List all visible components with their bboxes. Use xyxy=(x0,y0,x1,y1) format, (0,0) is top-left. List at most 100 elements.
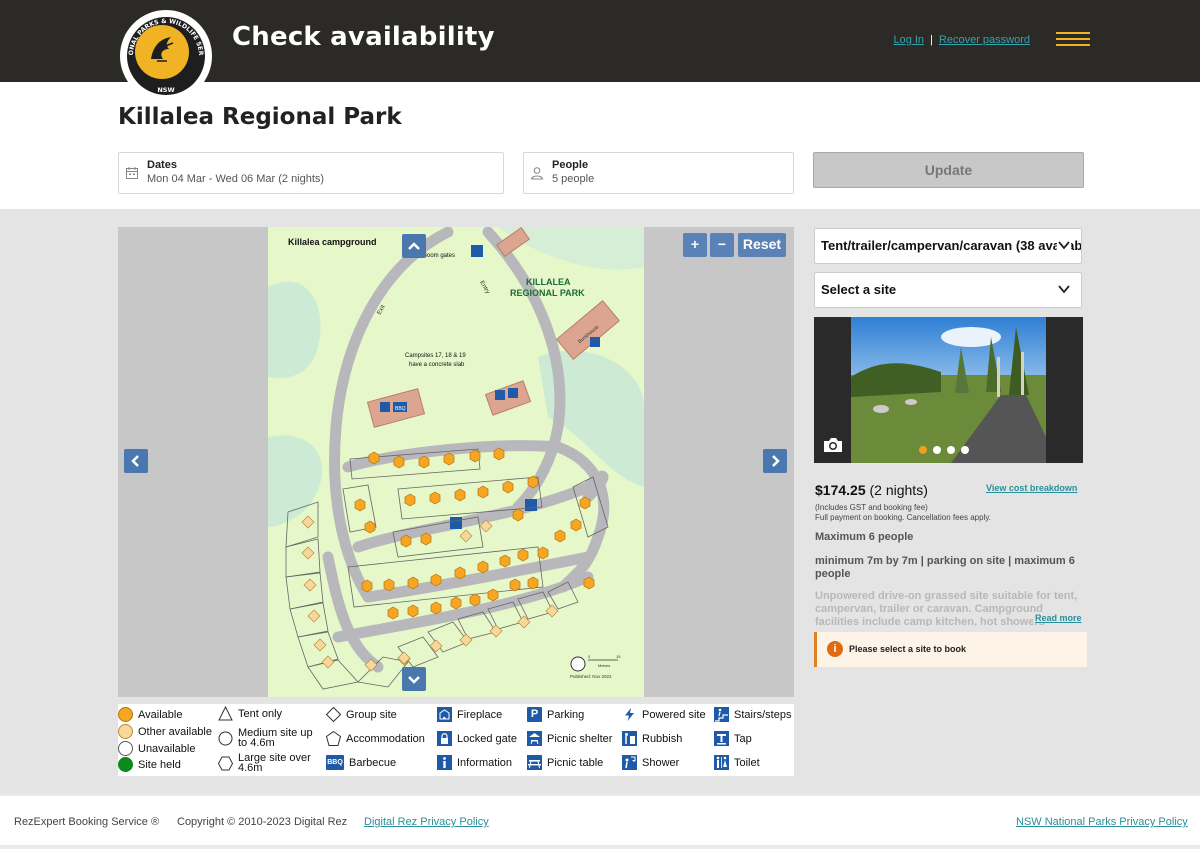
read-more-link[interactable]: Read more xyxy=(1033,613,1082,623)
site-type-select[interactable]: Tent/trailer/campervan/caravan (38 avail… xyxy=(814,228,1082,264)
fireplace-icon xyxy=(437,707,452,722)
legend-tap: Tap xyxy=(714,731,752,746)
camera-icon[interactable] xyxy=(822,436,844,454)
legend-tent-only: Tent only xyxy=(218,706,282,721)
map-slab-note: have a concrete slab xyxy=(409,362,465,368)
site-type-value: Tent/trailer/campervan/caravan (38 avail… xyxy=(821,238,1082,253)
legend-other-available: Other available xyxy=(118,724,212,739)
nsw-privacy-link[interactable]: NSW National Parks Privacy Policy xyxy=(1016,816,1188,828)
map-boom-gates-label: Boom gates xyxy=(423,253,455,259)
carousel-dot[interactable] xyxy=(947,446,955,454)
cost-breakdown-link[interactable]: View cost breakdown xyxy=(986,483,1077,493)
people-value: 5 people xyxy=(552,173,595,185)
legend-unavailable: Unavailable xyxy=(118,741,195,756)
update-button[interactable]: Update xyxy=(813,152,1084,188)
map-north-arrow xyxy=(570,656,586,672)
footer-service: RezExpert Booking Service ® xyxy=(14,816,160,828)
carousel-dots[interactable] xyxy=(919,446,969,454)
legend-group-site: Group site xyxy=(326,707,397,722)
recover-password-link[interactable]: Recover password xyxy=(939,34,1030,46)
legend-large-site: Large site over 4.6m xyxy=(218,753,311,774)
legend-locked-gate: Locked gate xyxy=(437,731,517,746)
select-site-alert: i Please select a site to book xyxy=(814,632,1087,667)
chevron-up-icon xyxy=(408,242,420,250)
pan-left-button[interactable] xyxy=(124,449,148,473)
chevron-down-icon xyxy=(1057,238,1071,252)
map-bbq-label: BBQ xyxy=(395,406,406,412)
map-metres-label: Metres xyxy=(598,663,610,668)
reset-map-button[interactable]: Reset xyxy=(738,233,786,257)
footer-divider xyxy=(0,794,1200,796)
map-scale-end: 15 xyxy=(616,654,621,659)
circle-icon xyxy=(218,731,233,745)
site-dimensions: minimum 7m by 7m | parking on site | max… xyxy=(815,555,1075,580)
menu-icon[interactable] xyxy=(1056,32,1090,50)
site-photo-carousel[interactable] xyxy=(814,317,1083,463)
payment-note: Full payment on booking. Cancellation fe… xyxy=(815,513,991,522)
shower-icon xyxy=(622,755,637,770)
carousel-dot[interactable] xyxy=(961,446,969,454)
site-select[interactable]: Select a site xyxy=(814,272,1082,308)
legend-picnic-table: Picnic table xyxy=(527,755,603,770)
carousel-dot[interactable] xyxy=(919,446,927,454)
nsw-parks-logo[interactable]: NATIONAL PARKS & WILDLIFE SERVICE NSW xyxy=(120,10,212,102)
stairs-icon xyxy=(714,707,729,722)
chevron-down-icon xyxy=(1058,285,1070,294)
map-locked-gate-icon xyxy=(471,245,483,257)
picnic-shelter-icon xyxy=(527,731,542,746)
dates-value: Mon 04 Mar - Wed 06 Mar (2 nights) xyxy=(147,173,325,185)
dates-label: Dates xyxy=(147,159,177,171)
page-heading: Check availability xyxy=(232,22,495,52)
site-header: NATIONAL PARKS & WILDLIFE SERVICE NSW Ch… xyxy=(0,0,1200,102)
chevron-down-icon xyxy=(408,676,420,684)
campsite-photo xyxy=(851,317,1046,463)
pan-down-button[interactable] xyxy=(402,667,426,691)
bbq-icon: BBQ xyxy=(326,755,344,770)
map-canvas: Killalea campground Boom gates KILLALEA … xyxy=(268,227,644,697)
map-icon xyxy=(450,517,462,529)
campground-map[interactable]: Killalea campground Boom gates KILLALEA … xyxy=(118,227,794,697)
map-park-label: REGIONAL PARK xyxy=(510,288,585,298)
zoom-out-button[interactable]: − xyxy=(710,233,734,257)
unavailable-icon xyxy=(118,741,133,756)
site-held-icon xyxy=(118,757,133,772)
lyrebird-icon xyxy=(151,37,174,62)
legend-stairs: Stairs/steps xyxy=(714,707,791,722)
park-title: Killalea Regional Park xyxy=(118,104,402,130)
map-icon xyxy=(590,337,600,347)
map-icon xyxy=(525,499,537,511)
lock-icon xyxy=(437,731,452,746)
pan-right-button[interactable] xyxy=(763,449,787,473)
login-link[interactable]: Log In xyxy=(893,34,924,46)
picnic-table-icon xyxy=(527,755,542,770)
map-slab-note: Campsites 17, 18 & 19 xyxy=(405,353,466,359)
chevron-left-icon xyxy=(131,455,139,467)
legend-rubbish: Rubbish xyxy=(622,731,682,746)
legend-parking: P Parking xyxy=(527,707,584,722)
map-icon xyxy=(495,390,505,400)
pan-up-button[interactable] xyxy=(402,234,426,258)
map-legend: Available Other available Unavailable Si… xyxy=(118,704,794,776)
calendar-icon xyxy=(126,167,138,179)
legend-medium-site: Medium site up to 4.6m xyxy=(218,728,313,749)
diamond-icon xyxy=(326,707,341,722)
site-select-value: Select a site xyxy=(821,282,897,297)
footer-bottom-bar xyxy=(0,845,1200,849)
dates-field[interactable]: Dates Mon 04 Mar - Wed 06 Mar (2 nights) xyxy=(118,152,504,194)
info-icon xyxy=(437,755,452,770)
legend-shower: Shower xyxy=(622,755,679,770)
legend-site-held: Site held xyxy=(118,757,181,772)
max-people: Maximum 6 people xyxy=(815,531,914,543)
people-field[interactable]: People 5 people xyxy=(523,152,794,194)
zoom-in-button[interactable]: + xyxy=(683,233,707,257)
map-icon xyxy=(508,388,518,398)
digital-rez-privacy-link[interactable]: Digital Rez Privacy Policy xyxy=(364,816,489,828)
hexagon-icon xyxy=(218,756,233,770)
carousel-dot[interactable] xyxy=(933,446,941,454)
other-available-icon xyxy=(118,724,133,739)
toilet-icon xyxy=(714,755,729,770)
rubbish-icon xyxy=(622,731,637,746)
legend-powered-site: Powered site xyxy=(622,707,706,722)
tap-icon xyxy=(714,731,729,746)
legend-fireplace: Fireplace xyxy=(437,707,502,722)
